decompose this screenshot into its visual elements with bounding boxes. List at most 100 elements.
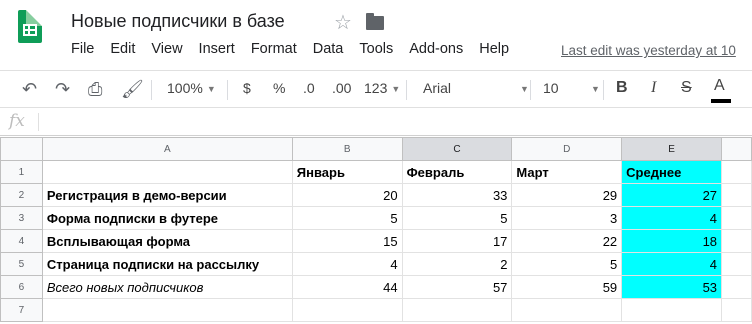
cell-total-average[interactable]: 53 [621,275,723,299]
cell[interactable] [721,183,752,207]
strikethrough-button[interactable]: S [681,79,692,97]
cell[interactable] [401,298,513,322]
zoom-value: 100% [167,80,203,96]
bold-button[interactable]: B [616,79,628,97]
menu-edit[interactable]: Edit [110,41,135,61]
toolbar-divider [151,80,152,100]
chevron-down-icon[interactable]: ▼ [587,80,600,96]
cell-total[interactable]: 44 [291,275,403,299]
cell-total[interactable]: 59 [511,275,623,299]
cell[interactable] [721,229,752,253]
font-family-value: Arial [423,80,452,96]
cell[interactable] [721,252,752,276]
cell[interactable] [721,206,752,230]
cell-label[interactable]: Всплывающая форма [41,229,293,253]
row-header[interactable]: 2 [0,183,43,207]
cell-label[interactable]: Страница подписки на рассылку [41,252,293,276]
cell-average[interactable]: 18 [621,229,723,253]
column-header-e[interactable]: E [621,137,723,161]
menu-add-ons[interactable]: Add-ons [409,41,463,61]
decrease-decimals-button[interactable]: .0 [303,80,315,96]
cell[interactable] [41,160,293,184]
column-header-f[interactable] [721,137,752,161]
formula-bar: fx [0,108,752,136]
print-icon[interactable]: ⎙ [88,79,102,100]
select-all-corner[interactable] [0,137,43,161]
cell-value[interactable]: 2 [401,252,513,276]
cell-label[interactable]: Регистрация в демо-версии [41,183,293,207]
row-header[interactable]: 4 [0,229,43,253]
redo-icon[interactable]: ↷ [55,79,70,100]
cell-header-jan[interactable]: Январь [291,160,403,184]
cell-value[interactable]: 3 [511,206,623,230]
zoom-select[interactable]: 100% ▼ [167,80,216,96]
row-header[interactable]: 3 [0,206,43,230]
cell-value[interactable]: 5 [511,252,623,276]
column-header-a[interactable]: A [41,137,293,161]
cell-total[interactable]: 57 [401,275,513,299]
column-header-b[interactable]: B [291,137,403,161]
menu-data[interactable]: Data [313,41,344,61]
cell-value[interactable]: 5 [291,206,403,230]
cell[interactable] [621,298,723,322]
font-size-value: 10 [543,80,559,96]
toolbar-divider [603,80,604,100]
cell-value[interactable]: 5 [401,206,513,230]
star-icon[interactable]: ☆ [334,10,352,35]
font-size-select[interactable]: 10 [543,80,559,96]
cell-value[interactable]: 15 [291,229,403,253]
text-color-swatch [711,99,731,103]
cell-header-mar[interactable]: Март [511,160,623,184]
cell-value[interactable]: 17 [401,229,513,253]
toolbar: ↶ ↷ ⎙ 🖌︎ 100% ▼ $ % .0 .00 123 ▼ Arial ▼ 1… [0,70,752,108]
folder-icon[interactable] [366,13,384,30]
cell-value[interactable]: 4 [291,252,403,276]
menu-view[interactable]: View [151,41,182,61]
chevron-down-icon[interactable]: ▼ [516,80,529,96]
cell[interactable] [721,275,752,299]
text-color-button[interactable]: A [714,77,725,95]
cell-label[interactable]: Форма подписки в футере [41,206,293,230]
menu-tools[interactable]: Tools [359,41,393,61]
cell-total-label[interactable]: Всего новых подписчиков [41,275,293,299]
cell[interactable] [41,298,293,322]
column-header-d[interactable]: D [511,137,623,161]
cell-value[interactable]: 20 [291,183,403,207]
cell-value[interactable]: 22 [511,229,623,253]
cell-header-average[interactable]: Среднее [621,160,723,184]
menu-help[interactable]: Help [479,41,509,61]
cell-value[interactable]: 33 [401,183,513,207]
column-header-c[interactable]: C [401,137,513,161]
font-family-select[interactable]: Arial [423,80,523,96]
paint-format-icon[interactable]: 🖌︎ [121,79,144,100]
increase-decimals-button[interactable]: .00 [332,80,351,96]
cell[interactable] [291,298,403,322]
cell-average[interactable]: 4 [621,252,723,276]
cell-average[interactable]: 4 [621,206,723,230]
cell[interactable] [721,298,752,322]
last-edit-link[interactable]: Last edit was yesterday at 10 [561,43,736,58]
cell[interactable] [511,298,623,322]
row-header[interactable]: 1 [0,160,43,184]
italic-button[interactable]: I [651,79,656,97]
spreadsheet-grid: A B C D E 1 Январь Февраль Март Среднее … [0,137,752,324]
cell[interactable] [721,160,752,184]
percent-format-button[interactable]: % [273,80,285,96]
row-header[interactable]: 6 [0,275,43,299]
cell-average[interactable]: 27 [621,183,723,207]
menu-file[interactable]: File [71,41,94,61]
cell-value[interactable]: 29 [511,183,623,207]
menu-format[interactable]: Format [251,41,297,61]
row-header[interactable]: 7 [0,298,43,322]
document-title[interactable]: Новые подписчики в базе [71,11,285,32]
sheets-logo-icon[interactable] [18,10,42,43]
more-formats-label: 123 [364,80,388,96]
row-header[interactable]: 5 [0,252,43,276]
cell-header-feb[interactable]: Февраль [401,160,513,184]
menu-insert[interactable]: Insert [199,41,235,61]
currency-format-button[interactable]: $ [243,80,251,96]
toolbar-divider [406,80,407,100]
more-formats-select[interactable]: 123 ▼ [364,80,400,96]
toolbar-divider [227,80,228,100]
undo-icon[interactable]: ↶ [22,79,37,100]
